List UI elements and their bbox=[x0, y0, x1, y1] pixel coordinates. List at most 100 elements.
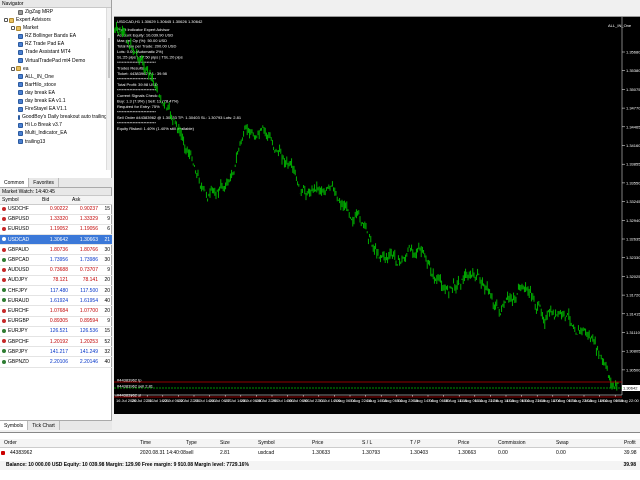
col-bid[interactable]: Bid bbox=[40, 196, 70, 205]
terminal-col-header[interactable]: S / L bbox=[362, 439, 372, 448]
symbol-name: GBPAUD bbox=[8, 246, 29, 253]
terminal-col-header[interactable]: Symbol bbox=[258, 439, 275, 448]
symbol-cell[interactable]: GBPNZD bbox=[0, 356, 40, 368]
navigator-item[interactable]: RZ Bollinger Bands EA bbox=[0, 32, 111, 40]
navigator-item-label: trailing13 bbox=[25, 138, 46, 145]
navigator-item[interactable]: Hi Lo Break v3.7 bbox=[0, 121, 111, 129]
ea-info-line: Max per Op (%): 50.00 USD bbox=[117, 38, 167, 43]
bid-cell: 1.80736 bbox=[40, 244, 70, 256]
indicator-icon bbox=[18, 9, 23, 15]
symbol-cell[interactable]: EURAUD bbox=[0, 295, 40, 307]
expand-icon[interactable] bbox=[11, 26, 15, 31]
market-watch-row[interactable]: GBPCAD 1.73956 1.73986 30 bbox=[0, 254, 112, 266]
market-watch-row[interactable]: EURAUD 1.61924 1.61954 40 bbox=[0, 295, 112, 307]
terminal-col-header[interactable]: T / P bbox=[410, 439, 420, 448]
symbol-cell[interactable]: GBPJPY bbox=[0, 346, 40, 358]
terminal-col-header[interactable]: Type bbox=[186, 439, 197, 448]
navigator-item[interactable]: Multi_Indicator_EA bbox=[0, 129, 111, 137]
terminal-col-header[interactable]: Swap bbox=[556, 439, 569, 448]
navigator-item[interactable]: GoodBoy's Daily breakout auto trailing r… bbox=[0, 113, 111, 121]
terminal-col-header[interactable]: Size bbox=[220, 439, 230, 448]
terminal-col-header[interactable]: Profit bbox=[624, 439, 636, 448]
order-row[interactable]: 44383962 2020.08.31 14:40:08 sell 2.81 usdca… bbox=[0, 449, 640, 458]
ask-cell: 141.249 bbox=[70, 346, 100, 358]
direction-icon bbox=[2, 216, 6, 221]
symbol-cell[interactable]: EURGBP bbox=[0, 316, 40, 327]
market-watch-row[interactable]: EURJPY 126.521 126.536 15 bbox=[0, 326, 112, 337]
toolbar bbox=[114, 0, 640, 17]
expand-icon[interactable] bbox=[11, 66, 15, 71]
terminal-col-header[interactable]: Price bbox=[458, 439, 469, 448]
navigator-item[interactable]: day break EA v1.1 bbox=[0, 97, 111, 105]
order-cell: 1.30633 bbox=[312, 450, 331, 456]
market-watch-row[interactable]: GBPUSD 1.33320 1.33329 9 bbox=[0, 214, 112, 225]
price-tick-label: 1.32940 bbox=[626, 218, 640, 223]
symbol-cell[interactable]: EURCHF bbox=[0, 305, 40, 317]
navigator-item[interactable]: ZigZag MRP bbox=[0, 8, 111, 16]
market-watch-table: Symbol Bid Ask USDCHF 0.90222 0.90237 15 GBP… bbox=[0, 196, 112, 368]
symbol-cell[interactable]: EURUSD bbox=[0, 224, 40, 236]
market-watch-row[interactable]: USDCAD 1.30642 1.30663 21 bbox=[0, 234, 112, 246]
navigator-item[interactable]: ea bbox=[0, 65, 111, 73]
navigator-item[interactable]: FireStayel EA V1.1 bbox=[0, 105, 111, 113]
symbol-name: GBPCAD bbox=[8, 257, 30, 264]
market-watch-row[interactable]: EURCHF 1.07684 1.07700 20 bbox=[0, 305, 112, 317]
symbol-cell[interactable]: GBPAUD bbox=[0, 244, 40, 256]
ea-info-line: Buy: 1.3 (7.9%) | Sell: 13 (78.47%) bbox=[117, 99, 179, 104]
symbol-cell[interactable]: AUDJPY bbox=[0, 275, 40, 287]
navigator-panel: Navigator ZigZag MRP Expert Advisors Marke… bbox=[0, 0, 112, 178]
market-watch-row[interactable]: USDCHF 0.90222 0.90237 15 bbox=[0, 204, 112, 215]
symbol-cell[interactable]: USDCHF bbox=[0, 204, 40, 215]
terminal-col-header[interactable]: Price bbox=[312, 439, 323, 448]
col-symbol[interactable]: Symbol bbox=[0, 196, 40, 205]
navigator-item[interactable]: Trade Assistant MT4 bbox=[0, 48, 111, 56]
expert-advisor-icon bbox=[18, 58, 23, 64]
spread-cell: 15 bbox=[100, 326, 112, 337]
symbol-cell[interactable]: GBPUSD bbox=[0, 214, 40, 225]
market-watch-row[interactable]: GBPCHF 1.20192 1.20253 52 bbox=[0, 336, 112, 348]
tab-tick-chart[interactable]: Tick Chart bbox=[28, 421, 60, 430]
symbol-cell[interactable]: GBPCHF bbox=[0, 336, 40, 348]
scrollbar-thumb[interactable] bbox=[108, 38, 110, 78]
market-watch-row[interactable]: GBPAUD 1.80736 1.80766 30 bbox=[0, 244, 112, 256]
navigator-item[interactable]: BarHilo_stoce bbox=[0, 81, 111, 89]
navigator-item[interactable]: trailing13 bbox=[0, 138, 111, 146]
symbol-cell[interactable]: USDCAD bbox=[0, 234, 40, 246]
symbol-cell[interactable]: AUDUSD bbox=[0, 265, 40, 276]
direction-icon bbox=[2, 206, 6, 211]
terminal-col-header[interactable]: Order bbox=[4, 439, 17, 448]
navigator-item[interactable]: Market bbox=[0, 24, 111, 32]
tab-symbols[interactable]: Symbols bbox=[0, 421, 29, 430]
navigator-item[interactable]: Expert Advisors bbox=[0, 16, 111, 24]
market-watch-row[interactable]: EURUSD 1.19052 1.19056 6 bbox=[0, 224, 112, 236]
navigator-item[interactable]: ALL_IN_One bbox=[0, 73, 111, 81]
symbol-cell[interactable]: EURJPY bbox=[0, 326, 40, 337]
navigator-item-label: day break EA bbox=[25, 89, 56, 96]
market-watch-row[interactable]: AUDUSD 0.73688 0.73707 9 bbox=[0, 265, 112, 276]
navigator-item[interactable]: VirtualTradePad mt4 Demo bbox=[0, 57, 111, 65]
chart-header: USDCAD,H1 1.30629 1.30645 1.30626 1.3064… bbox=[117, 19, 203, 24]
market-watch-row[interactable]: GBPNZD 2.20106 2.20146 40 bbox=[0, 356, 112, 368]
order-cell: 39.98 bbox=[624, 450, 637, 456]
market-watch-row[interactable]: EURGBP 0.89305 0.89594 9 bbox=[0, 316, 112, 327]
symbol-cell[interactable]: CHFJPY bbox=[0, 285, 40, 297]
navigator-item[interactable]: day break EA bbox=[0, 89, 111, 97]
symbol-name: GBPUSD bbox=[8, 216, 30, 223]
bid-cell: 2.20106 bbox=[40, 356, 70, 368]
tab-favorites[interactable]: Favorites bbox=[29, 178, 59, 187]
chart-canvas[interactable]: USDCAD,H1 1.30629 1.30645 1.30626 1.3064… bbox=[114, 17, 640, 414]
expand-icon[interactable] bbox=[4, 18, 8, 23]
navigator-item[interactable]: RZ Trade Pad EA bbox=[0, 40, 111, 48]
terminal-col-header[interactable]: Time bbox=[140, 439, 151, 448]
symbol-cell[interactable]: GBPCAD bbox=[0, 254, 40, 266]
market-watch-row[interactable]: GBPJPY 141.217 141.249 32 bbox=[0, 346, 112, 358]
tab-common[interactable]: Common bbox=[0, 178, 30, 187]
col-spread[interactable] bbox=[100, 196, 112, 205]
navigator-scrollbar[interactable] bbox=[106, 8, 111, 170]
price-chart[interactable]: USDCAD,H1 1.30629 1.30645 1.30626 1.3064… bbox=[114, 17, 640, 414]
market-watch-row[interactable]: CHFJPY 117.480 117.500 20 bbox=[0, 285, 112, 297]
market-watch-row[interactable]: AUDJPY 78.121 78.141 20 bbox=[0, 275, 112, 287]
col-ask[interactable]: Ask bbox=[70, 196, 100, 205]
direction-icon bbox=[2, 349, 6, 354]
terminal-col-header[interactable]: Commission bbox=[498, 439, 526, 448]
